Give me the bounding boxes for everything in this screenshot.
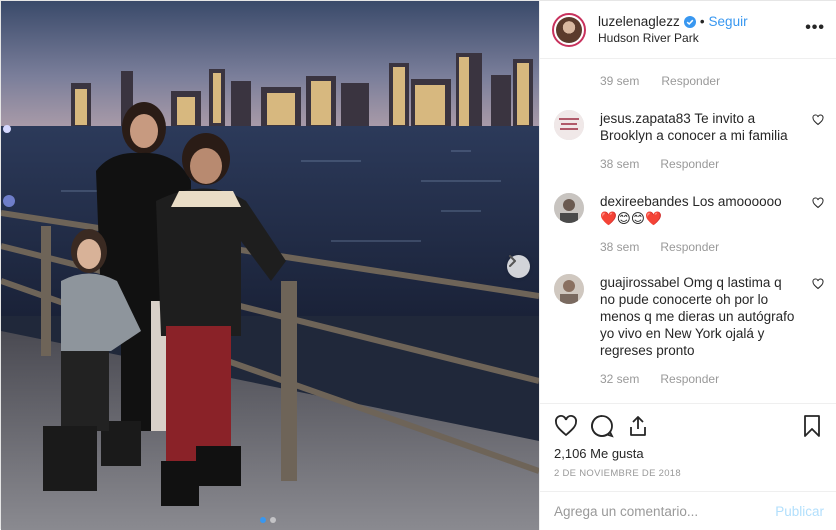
post-header: luzelenaglezz • Seguir Hudson River Park…	[540, 1, 836, 59]
carousel-dot	[260, 517, 266, 523]
post-modal: luzelenaglezz • Seguir Hudson River Park…	[0, 0, 836, 530]
more-options-icon[interactable]: •••	[805, 19, 825, 37]
carousel-indicator	[260, 517, 276, 523]
comment-avatar[interactable]	[554, 274, 584, 304]
comment-body: Los amoooooo	[692, 194, 782, 209]
post-side-panel: luzelenaglezz • Seguir Hudson River Park…	[539, 1, 836, 530]
comment-bubble-icon[interactable]	[590, 414, 614, 438]
comment-meta: 39 sem Responder	[600, 74, 720, 88]
reply-button[interactable]: Responder	[660, 372, 719, 386]
heart-icon[interactable]	[812, 197, 824, 209]
post-date: 2 DE NOVIEMBRE DE 2018	[554, 468, 681, 479]
comment-time[interactable]: 32 sem	[600, 372, 639, 386]
comment-item: guajirossabel Omg q lastima q no pude co…	[554, 274, 824, 386]
comment-composer: Publicar	[540, 491, 836, 530]
comment-username[interactable]: jesus.zapata83	[600, 111, 691, 126]
reply-button[interactable]: Responder	[660, 240, 719, 254]
carousel-dot	[270, 517, 276, 523]
post-location[interactable]: Hudson River Park	[598, 31, 748, 45]
carousel-next-button[interactable]	[507, 255, 530, 278]
comment-item: jesus.zapata83 Te invito a Brooklyn a co…	[554, 110, 824, 171]
reply-button[interactable]: Responder	[661, 74, 720, 88]
publish-button[interactable]: Publicar	[775, 504, 824, 519]
separator-dot: •	[699, 14, 705, 29]
like-count[interactable]: 2,106 Me gusta	[554, 446, 824, 461]
post-username[interactable]: luzelenaglezz	[598, 14, 680, 29]
comment-text: dexireebandes Los amoooooo ❤️😊😊❤️	[600, 193, 796, 227]
comment-text: jesus.zapata83 Te invito a Brooklyn a co…	[600, 110, 796, 144]
comment-avatar[interactable]	[554, 193, 584, 223]
comment-item: dexireebandes Los amoooooo ❤️😊😊❤️ 38 sem…	[554, 193, 824, 254]
comment-meta: 32 sem Responder	[600, 372, 824, 386]
comment-time[interactable]: 38 sem	[600, 240, 639, 254]
share-icon[interactable]	[626, 414, 650, 438]
comment-avatar[interactable]	[554, 110, 584, 140]
comment-meta: 38 sem Responder	[600, 240, 824, 254]
reply-button[interactable]: Responder	[660, 157, 719, 171]
heart-icon[interactable]	[812, 114, 824, 126]
like-heart-icon[interactable]	[554, 414, 578, 438]
comment-text: guajirossabel Omg q lastima q no pude co…	[600, 274, 796, 359]
comment-time[interactable]: 39 sem	[600, 74, 639, 88]
comment-emojis: ❤️😊😊❤️	[600, 211, 662, 226]
verified-badge-icon	[683, 15, 696, 28]
chevron-right-icon	[509, 255, 516, 267]
heart-icon[interactable]	[812, 278, 824, 290]
bookmark-icon[interactable]	[800, 414, 824, 438]
post-photo[interactable]	[1, 1, 539, 530]
comment-meta: 38 sem Responder	[600, 157, 824, 171]
comment-username[interactable]: guajirossabel	[600, 275, 680, 290]
comment-time[interactable]: 38 sem	[600, 157, 639, 171]
post-actions: 2,106 Me gusta 2 DE NOVIEMBRE DE 2018	[540, 403, 836, 487]
comment-username[interactable]: dexireebandes	[600, 194, 689, 209]
comment-input[interactable]	[554, 503, 776, 519]
photo-scene	[1, 1, 539, 530]
follow-button[interactable]: Seguir	[709, 14, 748, 29]
comments-list: 39 sem Responder jesus.zapata83 Te invit…	[540, 59, 836, 403]
avatar[interactable]	[552, 12, 586, 47]
